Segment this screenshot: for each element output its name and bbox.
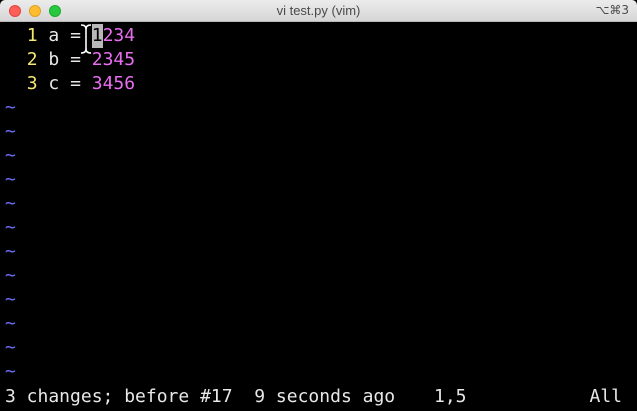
- window-titlebar[interactable]: vi test.py (vim) ⌥⌘3: [0, 0, 637, 22]
- scroll-indicator: All: [589, 386, 622, 407]
- editor-line-3[interactable]: 3 c = 3456: [5, 72, 135, 96]
- empty-line-tilde: ~: [5, 265, 16, 286]
- empty-line-tilde: ~: [5, 337, 16, 358]
- line-number: 1: [26, 25, 38, 46]
- variable-name: a: [48, 25, 60, 46]
- empty-line-tilde: ~: [5, 313, 16, 334]
- variable-name: c: [48, 73, 60, 94]
- empty-line-tilde: ~: [5, 121, 16, 142]
- empty-line-tilde: ~: [5, 193, 16, 214]
- cursor-position: 1,5: [434, 386, 467, 407]
- text-cursor: 1: [91, 24, 103, 48]
- status-message: 3 changes; before #17 9 seconds ago: [5, 386, 396, 407]
- number-literal: 234: [102, 25, 136, 46]
- terminal-view[interactable]: 1 a = 1234 2 b = 2345 3 c = 3456 ~ ~ ~ ~…: [0, 22, 637, 411]
- empty-line-tilde: ~: [5, 361, 16, 382]
- window-title: vi test.py (vim): [276, 3, 361, 18]
- editor-line-1[interactable]: 1 a = 1234: [5, 24, 135, 48]
- empty-line-tilde: ~: [5, 97, 16, 118]
- empty-line-tilde: ~: [5, 217, 16, 238]
- number-literal: 3456: [91, 73, 136, 94]
- empty-line-tilde: ~: [5, 289, 16, 310]
- number-literal: 2345: [91, 49, 136, 70]
- empty-line-tilde: ~: [5, 169, 16, 190]
- line-number: [5, 25, 27, 46]
- empty-line-tilde: ~: [5, 145, 16, 166]
- empty-line-tilde: ~: [5, 241, 16, 262]
- line-number: 2: [26, 49, 38, 70]
- assignment-operator: =: [70, 73, 81, 94]
- editor-line-2[interactable]: 2 b = 2345: [5, 48, 135, 72]
- variable-name: b: [48, 49, 60, 70]
- window-shortcut: ⌥⌘3: [595, 3, 629, 17]
- line-number: 3: [26, 73, 38, 94]
- ibeam-cursor-icon: [80, 24, 92, 54]
